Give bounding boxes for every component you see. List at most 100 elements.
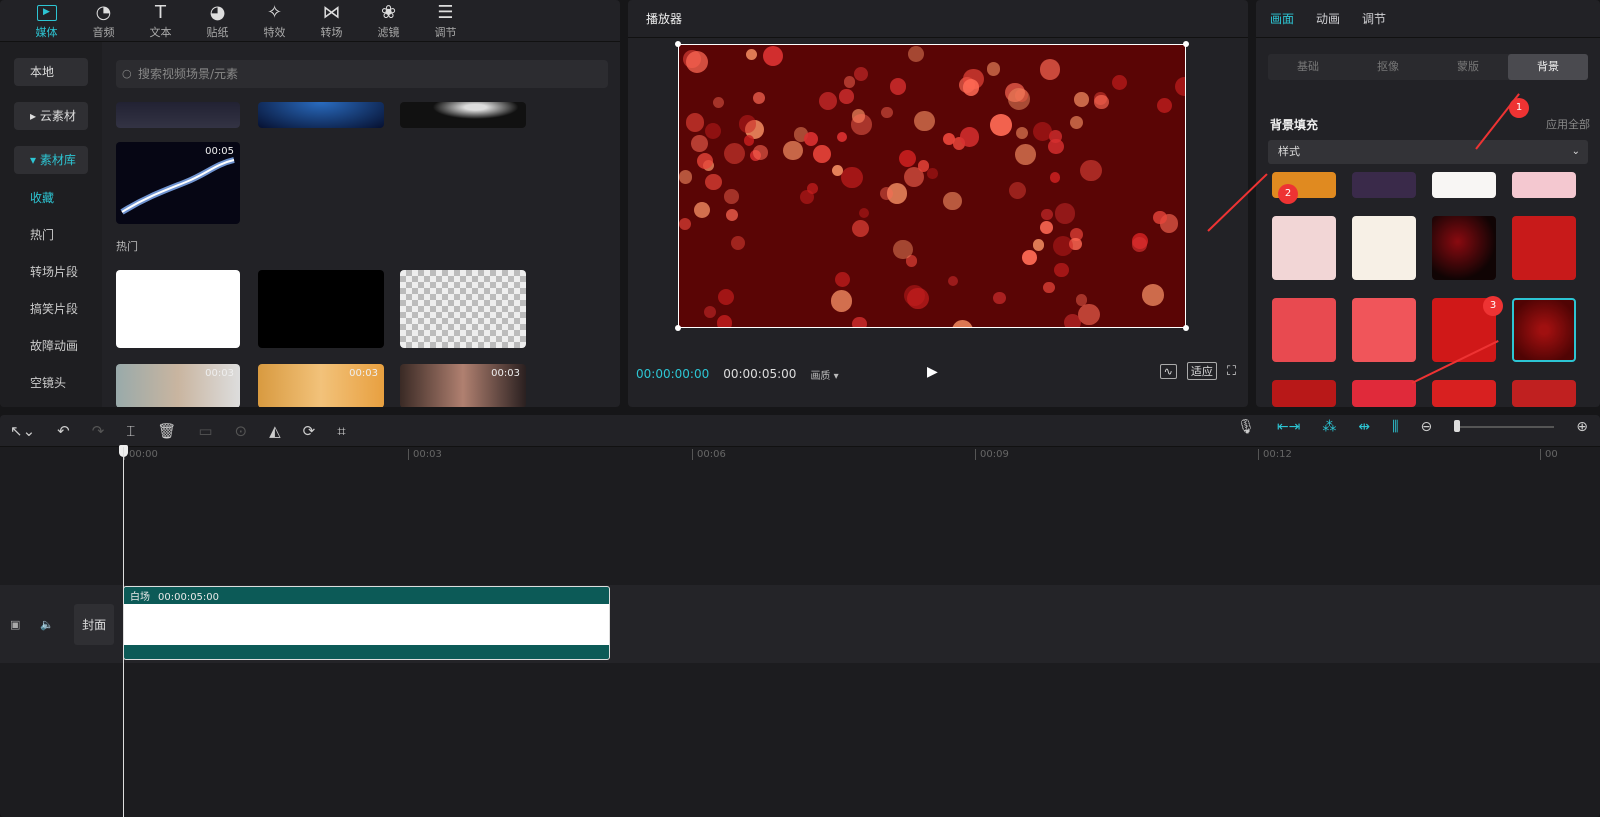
nav-audio[interactable]: ◔ 音频: [75, 0, 132, 41]
link-icon[interactable]: ⁂: [1322, 419, 1336, 435]
media-thumb[interactable]: [258, 102, 384, 128]
nav-filter[interactable]: ❀ 滤镜: [360, 0, 417, 41]
timeline-ruler[interactable]: 00:00 00:03 00:06 00:09 00:12 00: [120, 447, 1600, 463]
seg-basic[interactable]: 基础: [1268, 54, 1348, 80]
quality-dropdown[interactable]: 画质 ▾: [810, 367, 838, 382]
media-thumb[interactable]: [400, 102, 526, 128]
fit-button[interactable]: 适应: [1186, 362, 1217, 380]
bg-swatch[interactable]: [1432, 216, 1496, 280]
bokeh-dot: [889, 78, 907, 95]
bokeh-dot: [753, 91, 766, 104]
mirror-icon[interactable]: ◭: [269, 422, 281, 440]
bokeh-dot: [858, 207, 869, 218]
preview-canvas[interactable]: [678, 44, 1186, 328]
bokeh-dot: [947, 275, 958, 287]
thumb-duration: 00:03: [349, 368, 378, 379]
split-icon[interactable]: ⌶: [126, 422, 135, 440]
media-thumb[interactable]: 00:05: [116, 142, 240, 224]
bg-swatch[interactable]: [1512, 216, 1576, 280]
timeline-clip[interactable]: 白场 00:00:05:00: [123, 586, 610, 660]
face-clip-thumb[interactable]: 00:03: [116, 364, 240, 407]
bg-swatch[interactable]: [1272, 216, 1336, 280]
black-clip-thumb[interactable]: [258, 270, 384, 348]
bg-swatch[interactable]: [1272, 380, 1336, 407]
seg-cutout[interactable]: 抠像: [1348, 54, 1428, 80]
bokeh-dot: [1054, 262, 1069, 278]
face-clip-thumb[interactable]: 00:03: [258, 364, 384, 407]
search-input[interactable]: ○ 搜索视频场景/元素: [116, 60, 608, 88]
white-clip-thumb[interactable]: [116, 270, 240, 348]
reverse-icon[interactable]: ⊙: [235, 422, 248, 440]
bg-swatch[interactable]: [1512, 172, 1576, 198]
nav-transition[interactable]: ⋈ 转场: [303, 0, 360, 41]
microphone-icon[interactable]: 🎙: [1237, 419, 1255, 435]
bg-swatch[interactable]: [1352, 298, 1416, 362]
resize-handle[interactable]: [675, 41, 681, 47]
tab-animation[interactable]: 动画: [1316, 10, 1340, 27]
apply-all-button[interactable]: 应用全部: [1546, 116, 1590, 132]
nav-effects[interactable]: ✧ 特效: [246, 0, 303, 41]
bokeh-dot: [1078, 303, 1100, 326]
sidebar-item-favorites[interactable]: 收藏: [30, 180, 102, 217]
waveform-icon[interactable]: ∿: [1159, 363, 1177, 379]
bokeh-dot: [753, 145, 768, 160]
bokeh-dot: [841, 166, 863, 189]
tab-adjust[interactable]: 调节: [1362, 10, 1386, 27]
sidebar-local[interactable]: 本地: [14, 58, 88, 86]
freeze-icon[interactable]: ▭: [198, 422, 212, 440]
fullscreen-icon[interactable]: ⛶: [1227, 364, 1236, 379]
bg-swatch[interactable]: [1432, 380, 1496, 407]
nav-text[interactable]: T 文本: [132, 0, 189, 41]
delete-icon[interactable]: 🗑: [157, 422, 176, 440]
cover-button[interactable]: 封面: [74, 603, 115, 645]
bokeh-dot: [1009, 181, 1027, 199]
transparent-clip-thumb[interactable]: [400, 270, 526, 348]
sidebar-library[interactable]: ▾ 素材库: [14, 146, 88, 174]
nav-media[interactable]: ▶ 媒体: [18, 0, 75, 41]
bokeh-dot: [783, 140, 803, 161]
resize-handle[interactable]: [1183, 325, 1189, 331]
sidebar-item-transition-clips[interactable]: 转场片段: [30, 254, 102, 291]
media-thumb[interactable]: [116, 102, 240, 128]
face-clip-thumb[interactable]: 00:03: [400, 364, 526, 407]
undo-icon[interactable]: ↶: [57, 422, 70, 440]
sidebar-item-hot[interactable]: 热门: [30, 217, 102, 254]
sidebar-item-glitch[interactable]: 故障动画: [30, 328, 102, 365]
track-video-icon[interactable]: ▣: [10, 618, 20, 631]
nav-sticker[interactable]: ◕ 贴纸: [189, 0, 246, 41]
zoom-slider[interactable]: [1454, 420, 1555, 432]
select-tool-icon[interactable]: ↖⌄: [10, 422, 35, 440]
snap-icon[interactable]: ⫼: [1392, 419, 1398, 435]
track-audio-icon[interactable]: 🔈: [40, 618, 54, 631]
bg-swatch[interactable]: [1352, 380, 1416, 407]
bokeh-dot: [986, 62, 1001, 77]
seg-background[interactable]: 背景: [1508, 54, 1588, 80]
resize-handle[interactable]: [675, 325, 681, 331]
preview-axis-icon[interactable]: ⇹: [1358, 419, 1370, 435]
crop-icon[interactable]: ⌗: [337, 422, 345, 440]
sidebar-cloud[interactable]: ▸ 云素材: [14, 102, 88, 130]
redo-icon[interactable]: ↷: [92, 422, 105, 440]
zoom-slider-handle[interactable]: [1454, 420, 1461, 432]
zoom-out-icon[interactable]: ⊖: [1421, 419, 1433, 435]
bokeh-dot: [942, 191, 962, 211]
bg-swatch[interactable]: [1432, 172, 1496, 198]
nav-adjust[interactable]: ☰ 调节: [417, 0, 474, 41]
bokeh-dot: [1142, 284, 1165, 306]
style-dropdown[interactable]: 样式 ⌄: [1268, 140, 1588, 164]
bokeh-swatch-selected[interactable]: [1512, 298, 1576, 362]
bg-swatch[interactable]: [1272, 298, 1336, 362]
rotate-icon[interactable]: ⟳: [303, 422, 316, 440]
sidebar-item-funny-clips[interactable]: 搞笑片段: [30, 291, 102, 328]
play-icon[interactable]: ▶: [927, 364, 938, 380]
sidebar-item-empty-shots[interactable]: 空镜头: [30, 365, 102, 402]
bg-swatch[interactable]: [1512, 380, 1576, 407]
zoom-in-icon[interactable]: ⊕: [1576, 419, 1588, 435]
bg-swatch[interactable]: [1352, 172, 1416, 198]
magnet-icon[interactable]: ⇤⇥: [1277, 419, 1300, 435]
bg-swatch[interactable]: [1352, 216, 1416, 280]
tab-picture[interactable]: 画面: [1270, 10, 1294, 27]
seg-mask[interactable]: 蒙版: [1428, 54, 1508, 80]
resize-handle[interactable]: [1183, 41, 1189, 47]
caret-right-icon: ▸: [30, 109, 40, 123]
